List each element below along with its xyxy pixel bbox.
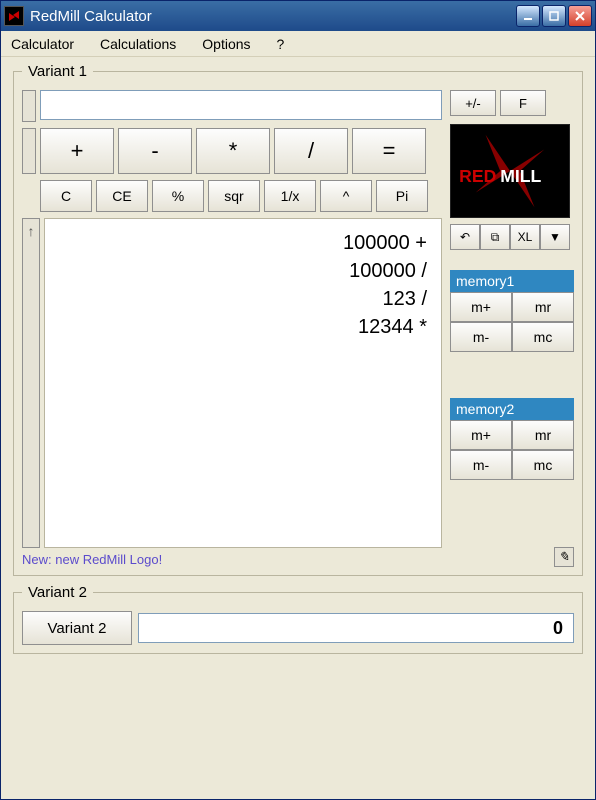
memory1-group: memory1 m+ mr m- mc	[450, 270, 574, 352]
equals-button[interactable]: =	[352, 128, 426, 174]
copy-icon: ⧉	[491, 230, 500, 245]
minimize-button[interactable]	[516, 5, 540, 27]
variant2-group: Variant 2 Variant 2 0	[13, 584, 583, 654]
tape-line: 100000 +	[55, 229, 427, 257]
copy-button[interactable]: ⧉	[480, 224, 510, 250]
minus-button[interactable]: -	[118, 128, 192, 174]
app-icon	[4, 6, 24, 26]
tape-line: 123 /	[55, 285, 427, 313]
m1-mr-button[interactable]: mr	[512, 292, 574, 322]
multiply-button[interactable]: *	[196, 128, 270, 174]
tape-up-button[interactable]: ↑	[22, 218, 40, 548]
client-area: Variant 1 + - * / =	[1, 57, 595, 668]
undo-icon: ↶	[460, 230, 470, 244]
clear-button[interactable]: C	[40, 180, 92, 212]
arrow-up-icon: ↑	[28, 223, 35, 239]
titlebar[interactable]: RedMill Calculator	[1, 1, 595, 31]
variant2-button[interactable]: Variant 2	[22, 611, 132, 645]
menubar: Calculator Calculations Options ?	[1, 31, 595, 57]
xl-button[interactable]: XL	[510, 224, 540, 250]
sqr-button[interactable]: sqr	[208, 180, 260, 212]
menu-help[interactable]: ?	[273, 34, 289, 54]
logo-text-mill: MILL	[500, 166, 541, 186]
dropdown-button[interactable]: ▼	[540, 224, 570, 250]
close-button[interactable]	[568, 5, 592, 27]
m1-mc-button[interactable]: mc	[512, 322, 574, 352]
pi-button[interactable]: Pi	[376, 180, 428, 212]
m2-mminus-button[interactable]: m-	[450, 450, 512, 480]
tape-line: 12344 *	[55, 313, 427, 341]
m1-mminus-button[interactable]: m-	[450, 322, 512, 352]
plus-button[interactable]: +	[40, 128, 114, 174]
clear-entry-button[interactable]: CE	[96, 180, 148, 212]
undo-button[interactable]: ↶	[450, 224, 480, 250]
menu-calculator[interactable]: Calculator	[7, 34, 78, 54]
maximize-button[interactable]	[542, 5, 566, 27]
m2-mplus-button[interactable]: m+	[450, 420, 512, 450]
memory1-header: memory1	[450, 270, 574, 292]
percent-button[interactable]: %	[152, 180, 204, 212]
variant1-legend: Variant 1	[22, 63, 93, 80]
logo-text-red: RED	[459, 166, 496, 186]
inverse-button[interactable]: 1/x	[264, 180, 316, 212]
status-link[interactable]: New: new RedMill Logo!	[22, 552, 162, 567]
m2-mc-button[interactable]: mc	[512, 450, 574, 480]
variant1-group: Variant 1 + - * / =	[13, 63, 583, 576]
memory2-header: memory2	[450, 398, 574, 420]
display-tab[interactable]	[22, 90, 36, 122]
redmill-logo: RED MILL	[450, 124, 570, 218]
power-button[interactable]: ^	[320, 180, 372, 212]
edit-button[interactable]: ✎	[554, 547, 574, 567]
tape-line: 100000 /	[55, 257, 427, 285]
window-title: RedMill Calculator	[30, 8, 516, 25]
menu-calculations[interactable]: Calculations	[96, 34, 180, 54]
main-display[interactable]	[40, 90, 442, 120]
minimize-icon	[523, 11, 533, 21]
calculation-tape[interactable]: 100000 + 100000 / 123 / 12344 *	[44, 218, 442, 548]
chevron-down-icon: ▼	[549, 230, 561, 244]
variant2-legend: Variant 2	[22, 584, 93, 601]
app-window: RedMill Calculator Calculator Calculatio…	[0, 0, 596, 800]
plusminus-button[interactable]: +/-	[450, 90, 496, 116]
close-icon	[575, 11, 585, 21]
pencil-icon: ✎	[559, 549, 570, 565]
m2-mr-button[interactable]: mr	[512, 420, 574, 450]
menu-options[interactable]: Options	[198, 34, 254, 54]
variant2-display[interactable]: 0	[138, 613, 574, 643]
window-controls	[516, 5, 592, 27]
tape-toolbar: ↶ ⧉ XL ▼	[450, 224, 574, 250]
divide-button[interactable]: /	[274, 128, 348, 174]
m1-mplus-button[interactable]: m+	[450, 292, 512, 322]
maximize-icon	[549, 11, 559, 21]
memory2-group: memory2 m+ mr m- mc	[450, 398, 574, 480]
ops-tab[interactable]	[22, 128, 36, 174]
f-button[interactable]: F	[500, 90, 546, 116]
